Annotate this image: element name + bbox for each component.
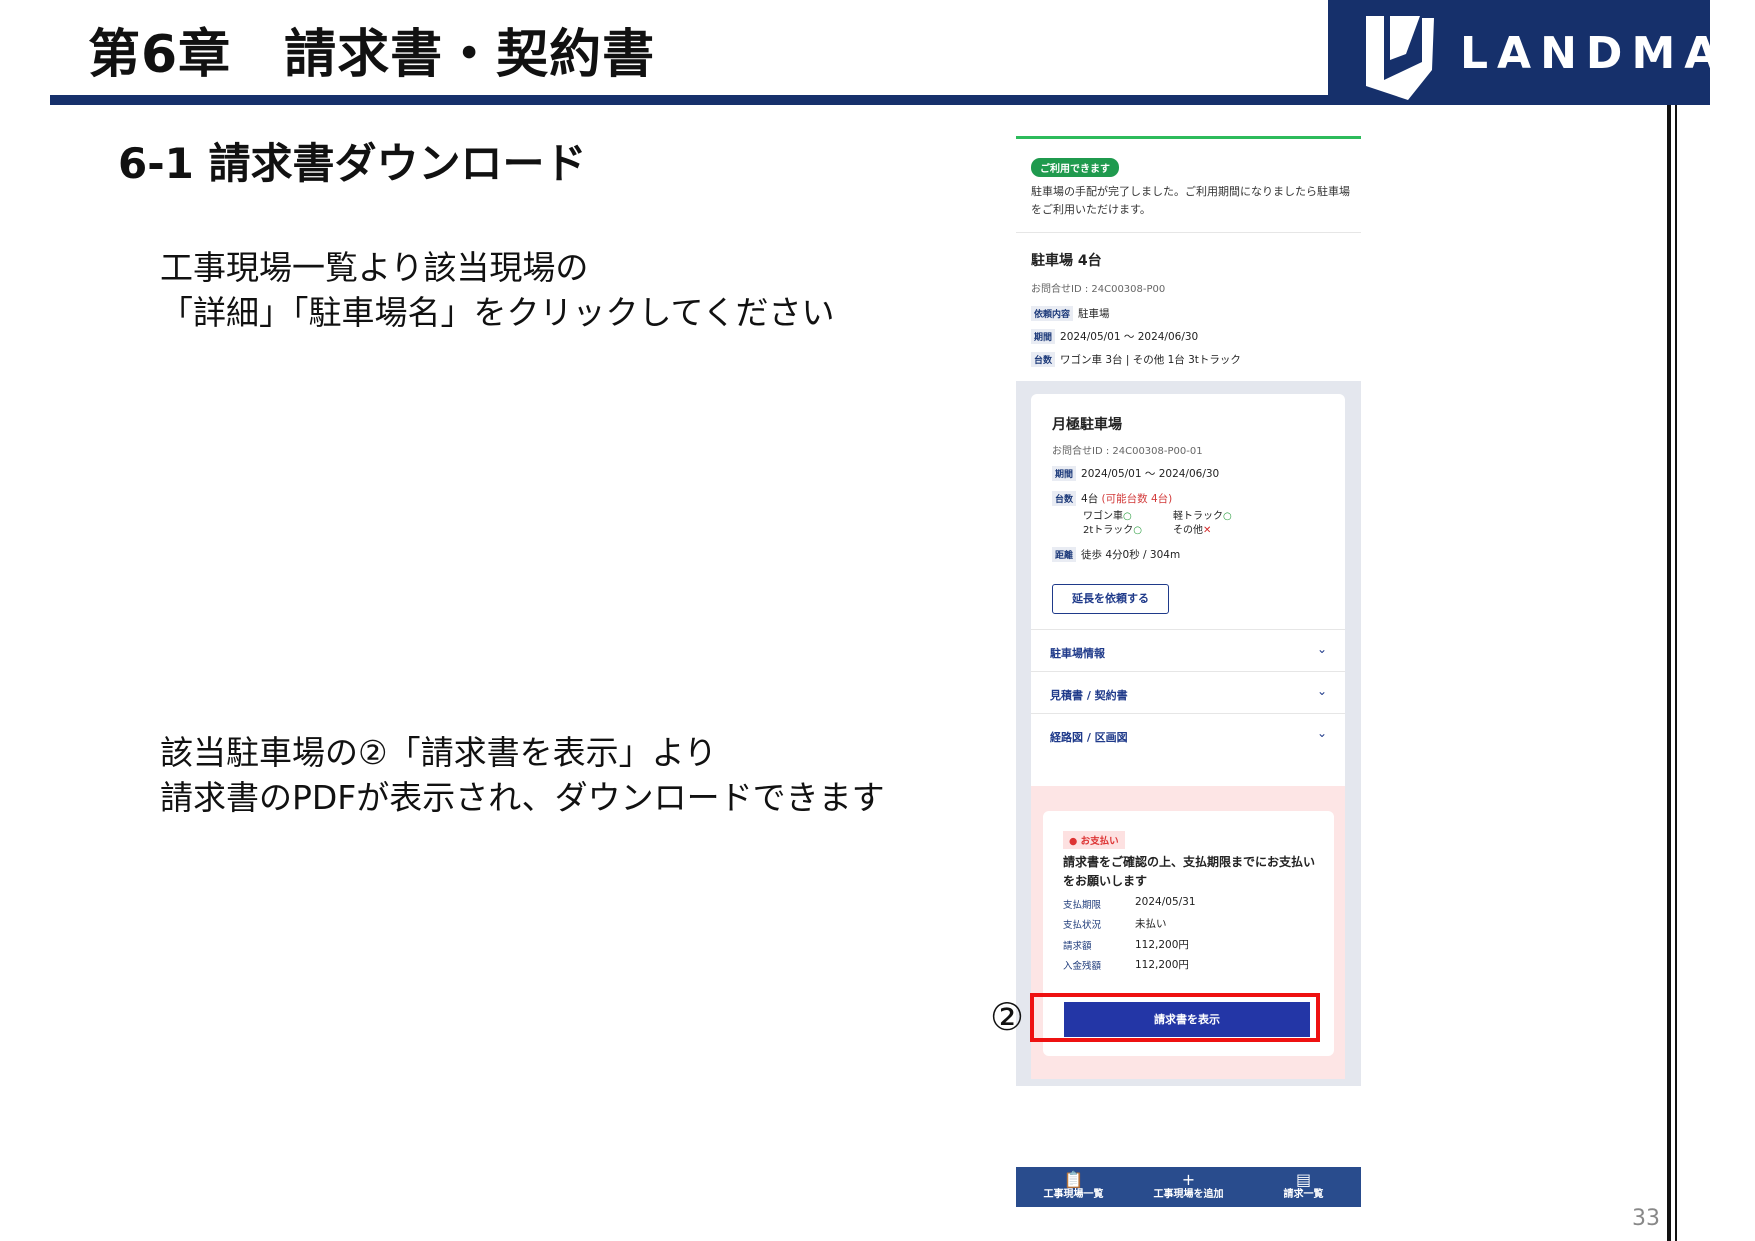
nav-site-list[interactable]: 📋 工事現場一覧 xyxy=(1016,1167,1131,1207)
instruction-line: 該当駐車場の②「請求書を表示」より xyxy=(160,733,717,772)
chevron-down-icon: ⌄ xyxy=(1316,684,1327,698)
accordion-estimate-contract[interactable]: 見積書 / 契約書 ⌄ xyxy=(1031,671,1345,718)
extend-request-button[interactable]: 延長を依頼する xyxy=(1052,584,1169,614)
landmark-logo-icon xyxy=(1366,16,1434,100)
instruction-text-2: 該当駐車場の②「請求書を表示」より 請求書のPDFが表示され、ダウンロードできま… xyxy=(160,730,885,820)
logo-text: LANDMARK xyxy=(1460,28,1755,79)
bottom-nav: 📋 工事現場一覧 + 工事現場を追加 ▤ 請求一覧 xyxy=(1016,1167,1361,1207)
payment-badge: ● お支払い xyxy=(1063,831,1125,849)
step-marker: ② xyxy=(990,995,1025,1039)
nav-label: 請求一覧 xyxy=(1283,1189,1324,1200)
available-badge: ご利用できます xyxy=(1031,158,1119,177)
parking-meta-row: 依頼内容 駐車場 xyxy=(1031,306,1110,321)
chevron-down-icon: ⌄ xyxy=(1316,726,1327,740)
list-icon: ▤ xyxy=(1295,1170,1312,1189)
right-rule xyxy=(1667,105,1671,1241)
status-accent-bar xyxy=(1016,136,1361,139)
chevron-down-icon: ⌄ xyxy=(1316,642,1327,656)
accordion-route-map[interactable]: 経路図 / 区画図 ⌄ xyxy=(1031,713,1345,760)
period-label: 期間 xyxy=(1052,466,1077,481)
vehicle-row: 2tトラック○ xyxy=(1083,521,1142,536)
status-message: 駐車場の手配が完了しました。ご利用期間になりましたら駐車場をご利用いただけます。 xyxy=(1031,185,1350,216)
instruction-line: 「詳細」「駐車場名」をクリックしてください xyxy=(160,293,835,332)
clipboard-icon: 📋 xyxy=(1063,1170,1084,1189)
lot-distance: 距離 徒歩 4分0秒 / 304m xyxy=(1052,547,1180,562)
meta-label: 台数 xyxy=(1031,352,1056,367)
payment-label: 支払状況 xyxy=(1063,920,1102,931)
right-rule-thin xyxy=(1675,105,1677,1241)
parking-inquiry-id: お問合せID : 24C00308-P00 xyxy=(1031,284,1166,295)
payment-label: 支払期限 xyxy=(1063,900,1102,911)
meta-label: 依頼内容 xyxy=(1031,306,1074,321)
chapter-title: 第6章 請求書・契約書 xyxy=(88,25,656,85)
view-invoice-button[interactable]: 請求書を表示 xyxy=(1064,1002,1310,1037)
lot-inquiry-id: お問合せID : 24C00308-P00-01 xyxy=(1052,446,1203,457)
distance-value: 徒歩 4分0秒 / 304m xyxy=(1081,549,1181,561)
ng-icon: ✕ xyxy=(1203,525,1212,536)
lot-name[interactable]: 月極駐車場 xyxy=(1052,414,1122,434)
capacity-note: (可能台数 4台) xyxy=(1101,493,1173,505)
plus-icon: + xyxy=(1181,1170,1196,1189)
vehicle-row: 軽トラック○ xyxy=(1173,507,1232,522)
divider xyxy=(1016,232,1361,233)
instruction-text-1: 工事現場一覧より該当現場の 「詳細」「駐車場名」をクリックしてください xyxy=(160,245,835,335)
instruction-line: 工事現場一覧より該当現場の xyxy=(160,248,589,287)
accordion-label: 駐車場情報 xyxy=(1050,647,1105,660)
meta-label: 期間 xyxy=(1031,329,1056,344)
lot-period: 期間 2024/05/01 ～ 2024/06/30 xyxy=(1052,466,1219,481)
payment-value: 2024/05/31 xyxy=(1135,896,1196,908)
payment-value: 未払い xyxy=(1135,918,1167,930)
distance-label: 距離 xyxy=(1052,547,1077,562)
parking-meta-row: 期間 2024/05/01 ～ 2024/06/30 xyxy=(1031,329,1198,344)
landmark-logo: LANDMARK xyxy=(1328,0,1755,105)
capacity-value: 4台 xyxy=(1081,493,1099,505)
accordion-label: 見積書 / 契約書 xyxy=(1050,689,1128,702)
lot-capacity: 台数 4台 (可能台数 4台) xyxy=(1052,491,1172,506)
accordion-parking-info[interactable]: 駐車場情報 ⌄ xyxy=(1031,629,1345,676)
ok-icon: ○ xyxy=(1133,525,1143,536)
accordion-label: 経路図 / 区画図 xyxy=(1050,731,1128,744)
vehicle-name: 2tトラック xyxy=(1083,525,1134,536)
payment-label: 請求額 xyxy=(1063,941,1092,952)
ok-icon: ○ xyxy=(1223,511,1232,522)
instruction-line: 請求書のPDFが表示され、ダウンロードできます xyxy=(160,778,885,817)
parking-title: 駐車場 4台 xyxy=(1031,253,1102,269)
meta-value: 2024/05/01 ～ 2024/06/30 xyxy=(1060,331,1199,343)
meta-value: ワゴン車 3台 | その他 1台 3tトラック xyxy=(1060,354,1241,366)
payment-message: 請求書をご確認の上、支払期限までにお支払いをお願いします xyxy=(1063,855,1316,888)
payment-value: 112,200円 xyxy=(1135,959,1189,971)
nav-label: 工事現場を追加 xyxy=(1153,1189,1224,1200)
nav-add-site[interactable]: + 工事現場を追加 xyxy=(1131,1167,1246,1207)
nav-invoice-list[interactable]: ▤ 請求一覧 xyxy=(1246,1167,1361,1207)
meta-value: 駐車場 xyxy=(1078,308,1110,320)
payment-label: 入金残額 xyxy=(1063,961,1102,972)
capacity-label: 台数 xyxy=(1052,491,1077,506)
section-title: 6-1 請求書ダウンロード xyxy=(118,139,587,188)
parking-lot-card: 月極駐車場 お問合せID : 24C00308-P00-01 期間 2024/05… xyxy=(1031,394,1345,1079)
phone-screenshot: ご利用できます 駐車場の手配が完了しました。ご利用期間になりましたら駐車場をご利… xyxy=(1016,136,1361,1207)
payment-value: 112,200円 xyxy=(1135,939,1189,951)
nav-label: 工事現場一覧 xyxy=(1043,1189,1104,1200)
page-number: 33 xyxy=(1632,1206,1660,1231)
period-value: 2024/05/01 ～ 2024/06/30 xyxy=(1081,468,1220,480)
parking-meta-row: 台数 ワゴン車 3台 | その他 1台 3tトラック xyxy=(1031,352,1241,367)
vehicle-row: ワゴン車○ xyxy=(1083,507,1132,522)
vehicle-name: その他 xyxy=(1173,525,1203,536)
vehicle-row: その他✕ xyxy=(1173,521,1211,536)
